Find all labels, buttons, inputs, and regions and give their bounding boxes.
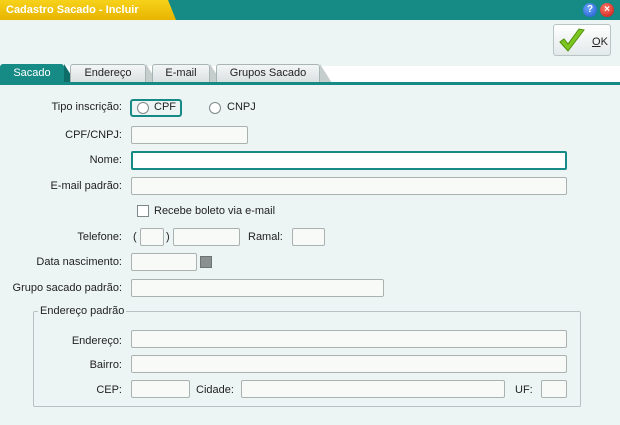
- telefone-input[interactable]: [173, 228, 240, 246]
- ddd-open-paren: (: [133, 231, 137, 243]
- bairro-input[interactable]: [131, 355, 567, 373]
- bairro-label: Bairro:: [89, 359, 122, 371]
- recebe-boleto-label[interactable]: Recebe boleto via e-mail: [154, 205, 275, 217]
- grupo-sacado-label: Grupo sacado padrão:: [12, 282, 122, 294]
- window-title: Cadastro Sacado - Incluir: [6, 4, 139, 16]
- checkmark-icon: [559, 28, 585, 52]
- uf-input[interactable]: [541, 380, 567, 398]
- data-nascimento-label: Data nascimento:: [36, 256, 122, 268]
- tab-grupos-sacado[interactable]: Grupos Sacado: [216, 64, 320, 83]
- radio-cpf-label[interactable]: CPF: [154, 101, 176, 113]
- data-nascimento-input[interactable]: [131, 253, 197, 271]
- tab-strip: Sacado Endereço E-mail Grupos Sacado: [0, 64, 620, 83]
- toolbar: [0, 20, 620, 66]
- tipo-inscricao-label: Tipo inscrição:: [51, 101, 122, 113]
- ok-label: OK: [592, 36, 608, 48]
- grupo-sacado-input[interactable]: [131, 279, 384, 297]
- cpf-cnpj-label: CPF/CNPJ:: [65, 129, 122, 141]
- endereco-label: Endereço:: [71, 335, 122, 347]
- tab-email[interactable]: E-mail: [152, 64, 210, 83]
- uf-label: UF:: [515, 384, 533, 396]
- ok-button[interactable]: OK: [553, 24, 611, 56]
- cep-input[interactable]: [131, 380, 190, 398]
- ddd-close-paren: ): [166, 231, 170, 243]
- radio-cnpj-label[interactable]: CNPJ: [227, 101, 256, 113]
- nome-label: Nome:: [89, 154, 122, 166]
- recebe-boleto-checkbox[interactable]: [137, 205, 149, 217]
- ramal-label: Ramal:: [248, 231, 283, 243]
- email-label: E-mail padrão:: [50, 180, 122, 192]
- tab-sacado[interactable]: Sacado: [0, 64, 64, 83]
- cep-label: CEP:: [96, 384, 122, 396]
- radio-cnpj[interactable]: [209, 102, 221, 114]
- cidade-input[interactable]: [241, 380, 505, 398]
- calendar-icon[interactable]: [200, 256, 212, 268]
- nome-input[interactable]: [131, 151, 567, 170]
- title-bar: Cadastro Sacado - Incluir ? ×: [0, 0, 620, 20]
- telefone-label: Telefone:: [77, 231, 122, 243]
- cidade-label: Cidade:: [196, 384, 234, 396]
- tab-grupos-fold: [320, 64, 332, 83]
- close-icon[interactable]: ×: [600, 3, 614, 17]
- radio-cpf[interactable]: [137, 102, 149, 114]
- ramal-input[interactable]: [292, 228, 325, 246]
- help-icon[interactable]: ?: [583, 3, 597, 17]
- email-input[interactable]: [131, 177, 567, 195]
- ddd-input[interactable]: [140, 228, 164, 246]
- endereco-input[interactable]: [131, 330, 567, 348]
- endereco-padrao-legend: Endereço padrão: [38, 305, 127, 317]
- cpf-cnpj-input[interactable]: [131, 126, 248, 144]
- tab-endereco[interactable]: Endereço: [70, 64, 146, 83]
